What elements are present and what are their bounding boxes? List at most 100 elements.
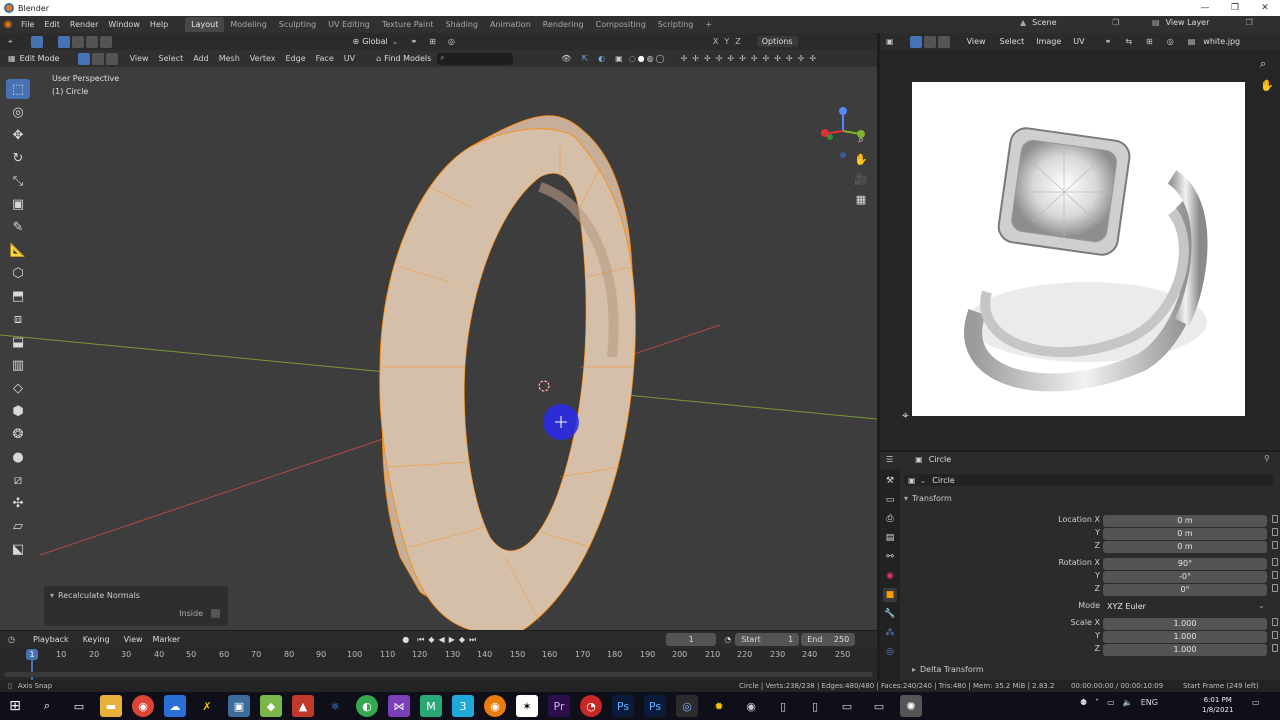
mode-dropdown[interactable]: Edit Mode xyxy=(20,54,72,63)
viewport-menu-select[interactable]: Select xyxy=(154,54,189,63)
playhead[interactable]: 1 xyxy=(26,649,38,660)
select-box-tool-icon[interactable] xyxy=(30,35,43,48)
lock-icon[interactable] xyxy=(1272,584,1278,592)
notification-icon[interactable]: ▭ xyxy=(1252,698,1260,707)
add-workspace-button[interactable]: + xyxy=(699,17,718,32)
gizmo-toggle-icon[interactable]: ⇱ xyxy=(581,54,588,63)
close-icon[interactable]: ✕ xyxy=(1250,0,1280,16)
app-icon[interactable]: ✶ xyxy=(516,695,538,717)
image-browse-icon[interactable]: ▤ xyxy=(1188,37,1196,46)
new-scene-icon[interactable]: ❐ xyxy=(1112,18,1119,27)
image-name[interactable]: white.jpg xyxy=(1203,37,1240,46)
snap-icon[interactable]: ⊞ xyxy=(429,37,436,46)
image-menu-view[interactable]: View xyxy=(967,37,986,46)
image-editor-type-icon[interactable]: ▣ xyxy=(886,37,894,46)
viewport-3d[interactable]: ⌖ ⊕ Global ⌄ ⚭ ⊞ ◎ X Y Z Options ▦ Edit … xyxy=(0,33,877,630)
bevel-tool-icon[interactable]: ⬓ xyxy=(6,332,30,352)
start-frame-field[interactable]: Start 1 xyxy=(735,633,800,646)
document-icon[interactable]: ▯ xyxy=(804,695,826,717)
transform-orientation-dropdown[interactable]: Global xyxy=(362,37,388,46)
select-tool-icon[interactable]: ⬚ xyxy=(6,79,30,99)
shrink-fatten-tool-icon[interactable]: ✣ xyxy=(6,493,30,513)
lock-icon[interactable] xyxy=(1272,644,1278,652)
language-indicator[interactable]: ENG xyxy=(1141,698,1158,707)
timeline-ruler[interactable]: 1 10 20 30 40 50 60 70 80 90 100 110 120… xyxy=(0,648,877,680)
app-icon[interactable]: M xyxy=(420,695,442,717)
menu-window[interactable]: Window xyxy=(103,20,145,29)
tab-uv-editing[interactable]: UV Editing xyxy=(322,17,376,32)
select-mode-new-icon[interactable] xyxy=(57,35,70,48)
delta-transform-panel-header[interactable]: ▸ Delta Transform xyxy=(912,665,984,674)
menu-render[interactable]: Render xyxy=(65,20,103,29)
world-tab-icon[interactable]: ◉ xyxy=(883,569,897,583)
viewport-scene[interactable] xyxy=(0,67,877,630)
tab-scripting[interactable]: Scripting xyxy=(652,17,700,32)
app-icon[interactable]: 3 xyxy=(452,695,474,717)
uv-select-mode-icon[interactable] xyxy=(909,35,922,48)
app-icon[interactable]: ▣ xyxy=(228,695,250,717)
app-icon[interactable]: ✺ xyxy=(900,695,922,717)
mirror-y-toggle[interactable]: Y xyxy=(724,37,729,46)
timeline-menu-keying[interactable]: Keying xyxy=(83,635,110,644)
current-frame-field[interactable]: 1 xyxy=(666,633,717,646)
options-dropdown[interactable]: Options xyxy=(756,36,798,47)
tab-animation[interactable]: Animation xyxy=(484,17,537,32)
panel-collapse-icon[interactable]: ▾ xyxy=(50,591,54,600)
windows-start-icon[interactable]: ⊞ xyxy=(4,695,26,717)
image-menu-image[interactable]: Image xyxy=(1036,37,1061,46)
network-icon[interactable]: ▭ xyxy=(1107,698,1115,707)
measure-tool-icon[interactable]: 📐 xyxy=(6,240,30,260)
play-reverse-icon[interactable]: ◀ xyxy=(439,635,445,644)
cursor-tool-icon[interactable]: ◎ xyxy=(6,102,30,122)
rotation-y-field[interactable]: -0° xyxy=(1103,571,1267,583)
properties-editor-icon[interactable]: ☰ xyxy=(886,455,893,464)
rotation-z-field[interactable]: 0° xyxy=(1103,584,1267,596)
document-icon[interactable]: ▯ xyxy=(772,695,794,717)
scene-tab-icon[interactable]: ⚯ xyxy=(883,550,897,564)
tab-texture-paint[interactable]: Texture Paint xyxy=(376,17,440,32)
annotate-tool-icon[interactable]: ✎ xyxy=(6,217,30,237)
record-icon[interactable]: ● xyxy=(402,635,409,644)
move-tool-icon[interactable]: ✥ xyxy=(6,125,30,145)
zoom-icon[interactable]: ⌕ xyxy=(1260,57,1266,71)
task-view-icon[interactable]: ▭ xyxy=(68,695,90,717)
editor-type-icon[interactable]: ⌖ xyxy=(8,37,13,47)
transform-panel-header[interactable]: ▾ Transform xyxy=(904,494,952,503)
physics-tab-icon[interactable]: ◎ xyxy=(883,645,897,659)
spin-tool-icon[interactable]: ❂ xyxy=(6,424,30,444)
uv-select-mode-2-icon[interactable] xyxy=(923,35,936,48)
snap-icon[interactable]: ⊞ xyxy=(1146,37,1153,46)
overlay-toggle-icon[interactable]: ◐ xyxy=(598,54,605,63)
proportional-edit-icon[interactable]: ◎ xyxy=(448,37,455,46)
wireframe-shading-icon[interactable]: ◌ xyxy=(629,54,636,63)
lock-icon[interactable] xyxy=(1272,631,1278,639)
xray-toggle-icon[interactable]: ▣ xyxy=(615,54,623,63)
app-icon[interactable]: ✗ xyxy=(196,695,218,717)
lock-icon[interactable] xyxy=(1272,571,1278,579)
timeline-menu-marker[interactable]: Marker xyxy=(153,635,181,644)
output-tab-icon[interactable]: ⎙ xyxy=(883,512,897,526)
find-models-button[interactable]: Find Models xyxy=(384,54,431,63)
inside-checkbox[interactable] xyxy=(211,609,220,618)
menu-edit[interactable]: Edit xyxy=(39,20,65,29)
sync-selection-icon[interactable]: ⇆ xyxy=(1125,37,1132,46)
minimize-icon[interactable]: — xyxy=(1190,0,1220,16)
viewport-menu-vertex[interactable]: Vertex xyxy=(245,54,281,63)
scale-z-field[interactable]: 1.000 xyxy=(1103,644,1267,656)
render-tab-icon[interactable]: ▭ xyxy=(883,493,897,507)
volume-icon[interactable]: 🔈 xyxy=(1123,698,1133,707)
new-view-layer-icon[interactable]: ❐ xyxy=(1246,18,1253,27)
pan-hand-icon[interactable]: ✋ xyxy=(853,152,869,168)
app-icon[interactable]: ◉ xyxy=(740,695,762,717)
location-z-field[interactable]: 0 m xyxy=(1103,541,1267,553)
clock[interactable]: 6:01 PM 1/8/2021 xyxy=(1202,695,1233,715)
mirror-x-toggle[interactable]: X xyxy=(713,37,718,46)
rotation-mode-dropdown[interactable]: XYZ Euler xyxy=(1103,601,1267,613)
restore-icon[interactable]: ❐ xyxy=(1220,0,1250,16)
grid-perspective-icon[interactable]: ▦ xyxy=(853,192,869,208)
jump-start-icon[interactable]: ⏮ xyxy=(417,635,424,645)
shear-tool-icon[interactable]: ▱ xyxy=(6,516,30,536)
timeline-editor-icon[interactable]: ◷ xyxy=(8,635,15,644)
mirror-z-toggle[interactable]: Z xyxy=(735,37,740,46)
tab-sculpting[interactable]: Sculpting xyxy=(273,17,322,32)
